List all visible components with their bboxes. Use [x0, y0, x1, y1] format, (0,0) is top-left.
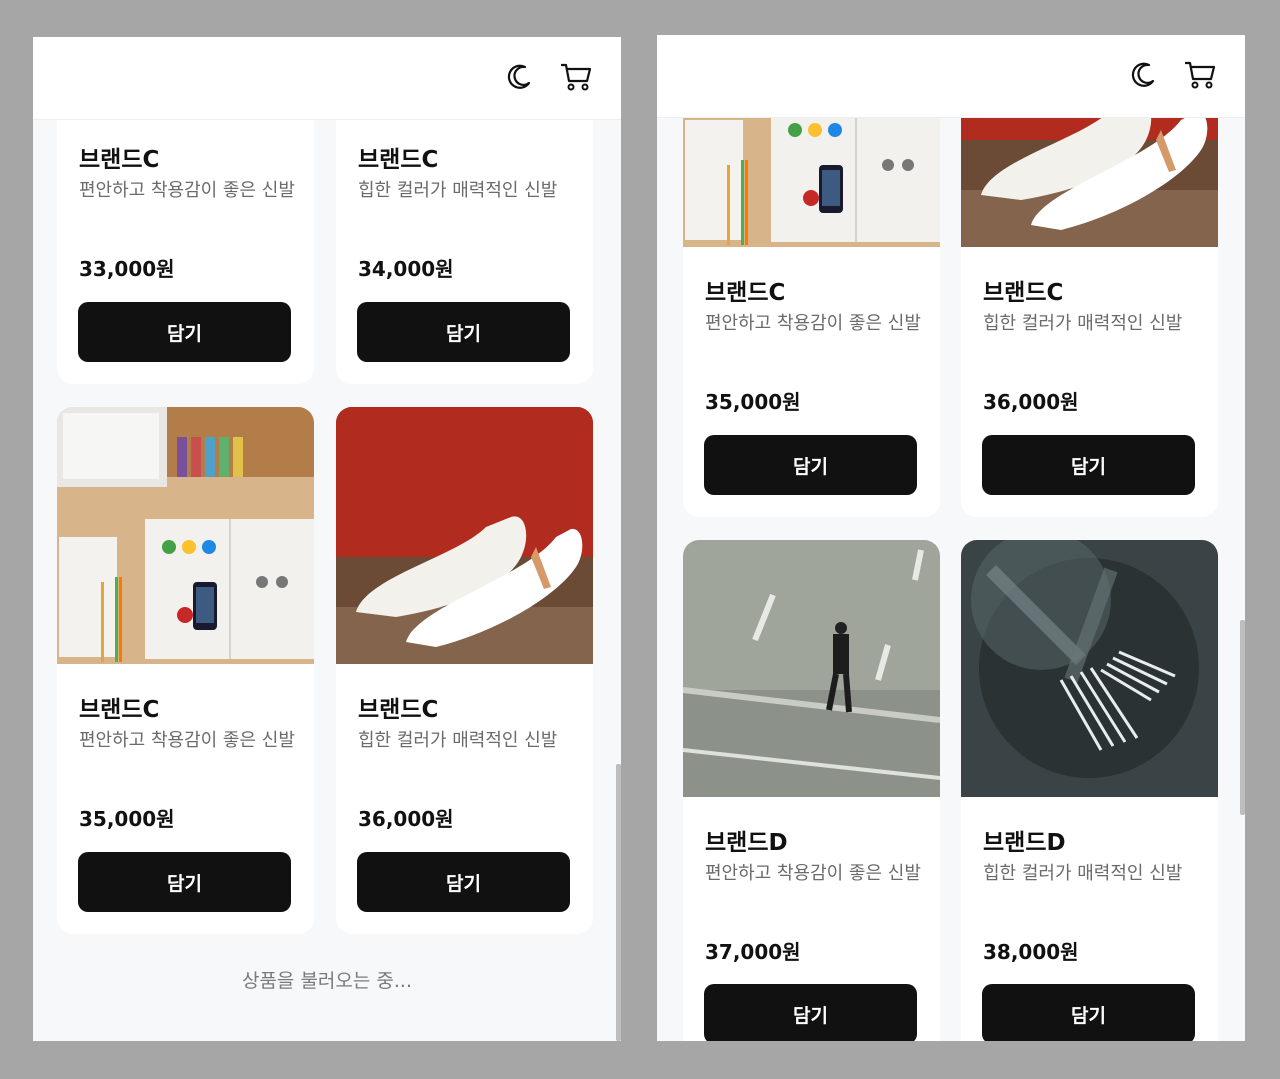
- top-header: [33, 37, 621, 120]
- product-image[interactable]: [961, 540, 1218, 797]
- product-price: 35,000원: [705, 390, 801, 414]
- product-description: 힙한 컬러가 매력적인 신발: [983, 863, 1183, 884]
- product-price: 38,000원: [983, 940, 1079, 964]
- add-to-cart-button[interactable]: 담기: [78, 302, 291, 362]
- add-to-cart-button[interactable]: 담기: [357, 852, 570, 912]
- product-price: 35,000원: [79, 807, 175, 831]
- brand-name: 브랜드C: [358, 147, 439, 173]
- brand-name: 브랜드C: [79, 147, 160, 173]
- cart-icon[interactable]: [558, 59, 594, 95]
- product-description: 힙한 컬러가 매력적인 신발: [358, 730, 558, 751]
- product-image[interactable]: [57, 407, 314, 664]
- product-price: 37,000원: [705, 940, 801, 964]
- product-description: 힙한 컬러가 매력적인 신발: [358, 180, 558, 201]
- product-description: 편안하고 착용감이 좋은 신발: [79, 730, 295, 751]
- cart-icon[interactable]: [1182, 57, 1218, 93]
- brand-name: 브랜드C: [79, 697, 160, 723]
- loading-text: 상품을 불러오는 중...: [241, 970, 413, 992]
- product-description: 편안하고 착용감이 좋은 신발: [79, 180, 295, 201]
- product-description: 편안하고 착용감이 좋은 신발: [705, 313, 921, 334]
- top-header: [657, 35, 1245, 118]
- brand-name: 브랜드D: [705, 830, 788, 856]
- add-to-cart-button[interactable]: 담기: [982, 435, 1195, 495]
- scrollbar-thumb[interactable]: [616, 764, 621, 1041]
- product-price: 33,000원: [79, 257, 175, 281]
- product-card: 브랜드C 힙한 컬러가 매력적인 신발 36,000원 담기: [336, 407, 593, 934]
- scrollbar-thumb[interactable]: [1240, 620, 1245, 815]
- product-image[interactable]: [683, 540, 940, 797]
- add-to-cart-button[interactable]: 담기: [357, 302, 570, 362]
- product-price: 36,000원: [983, 390, 1079, 414]
- product-description: 편안하고 착용감이 좋은 신발: [705, 863, 921, 884]
- add-to-cart-button[interactable]: 담기: [704, 984, 917, 1041]
- product-price: 34,000원: [358, 257, 454, 281]
- brand-name: 브랜드C: [983, 280, 1064, 306]
- product-card: 브랜드D 힙한 컬러가 매력적인 신발 38,000원 담기: [961, 540, 1218, 1041]
- moon-icon[interactable]: [501, 59, 537, 95]
- add-to-cart-button[interactable]: 담기: [704, 435, 917, 495]
- left-screen: 브랜드C 편안하고 착용감이 좋은 신발 33,000원 담기 브랜드C 힙한 …: [33, 37, 621, 1041]
- product-image[interactable]: [336, 407, 593, 664]
- product-price: 36,000원: [358, 807, 454, 831]
- product-card: 브랜드C 편안하고 착용감이 좋은 신발 35,000원 담기: [57, 407, 314, 934]
- brand-name: 브랜드C: [705, 280, 786, 306]
- product-description: 힙한 컬러가 매력적인 신발: [983, 313, 1183, 334]
- moon-icon[interactable]: [1125, 57, 1161, 93]
- brand-name: 브랜드C: [358, 697, 439, 723]
- add-to-cart-button[interactable]: 담기: [78, 852, 291, 912]
- right-screen: 브랜드C 편안하고 착용감이 좋은 신발 35,000원 담기 브랜드C 힙한 …: [657, 35, 1245, 1041]
- add-to-cart-button[interactable]: 담기: [982, 984, 1195, 1041]
- brand-name: 브랜드D: [983, 830, 1066, 856]
- product-card: 브랜드D 편안하고 착용감이 좋은 신발 37,000원 담기: [683, 540, 940, 1041]
